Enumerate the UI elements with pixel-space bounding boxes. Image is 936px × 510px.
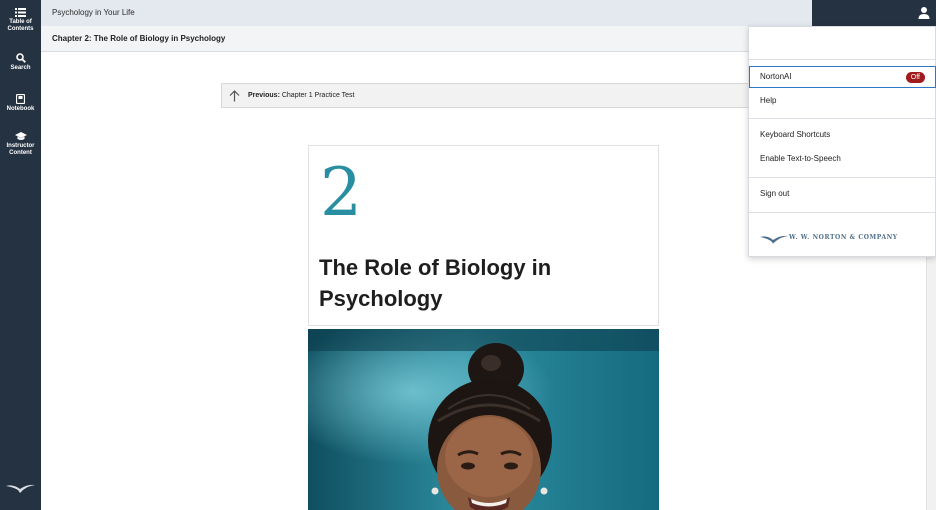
notebook-icon	[16, 94, 25, 104]
user-icon	[918, 7, 930, 19]
menu-item-label: NortonAI	[760, 72, 792, 81]
chapter-opener-photo	[308, 329, 659, 510]
previous-title: Chapter 1 Practice Test	[281, 92, 355, 99]
publisher-logo: W. W. NORTON & COMPANY	[760, 231, 900, 245]
sidebar-item-search[interactable]: Search	[0, 53, 41, 72]
menu-item-sign-out[interactable]: Sign out	[749, 183, 935, 205]
arrow-up-icon	[229, 90, 240, 102]
menu-divider	[749, 212, 935, 213]
search-icon	[15, 53, 26, 63]
chapter-heading: The Role of Biology in Psychology	[319, 255, 552, 311]
account-area	[812, 0, 936, 26]
sidebar-item-label: Search	[10, 65, 31, 71]
menu-divider	[749, 177, 935, 178]
left-sidebar: Table of Contents Search Notebook Instru…	[0, 0, 41, 510]
menu-item-keyboard-shortcuts[interactable]: Keyboard Shortcuts	[749, 124, 935, 146]
menu-item-label: Sign out	[760, 189, 790, 198]
menu-item-help[interactable]: Help	[749, 90, 935, 112]
chapter-title: Chapter 2: The Role of Biology in Psycho…	[52, 34, 226, 43]
chapter-opener: 2 The Role of Biology in Psychology	[308, 145, 659, 326]
list-icon	[15, 8, 26, 17]
menu-item-enable-text-to-speech[interactable]: Enable Text-to-Speech	[749, 148, 935, 170]
book-title: Psychology in Your Life	[52, 8, 135, 17]
norton-seagull-icon	[760, 235, 788, 244]
menu-divider	[749, 118, 935, 119]
top-header: Psychology in Your Life	[41, 0, 812, 26]
sidebar-item-table-of-contents[interactable]: Table of Contents	[0, 8, 41, 33]
sidebar-item-instructor-content[interactable]: Instructor Content	[0, 132, 41, 157]
previous-label: Previous:	[248, 92, 280, 99]
menu-item-label: Help	[760, 96, 777, 105]
nortonai-status-badge: Off	[905, 72, 925, 83]
previous-link-text: Previous: Chapter 1 Practice Test	[248, 92, 355, 99]
menu-item-label: Keyboard Shortcuts	[760, 130, 831, 139]
graduation-cap-icon	[14, 132, 27, 140]
sidebar-item-label: Notebook	[6, 106, 35, 112]
athlete-photo	[308, 329, 659, 510]
app-window: Table of Contents Search Notebook Instru…	[0, 0, 936, 510]
menu-divider	[749, 59, 935, 60]
norton-seagull-logo	[6, 484, 35, 493]
previous-link[interactable]: Previous: Chapter 1 Practice Test	[221, 83, 766, 108]
menu-item-nortonai[interactable]: NortonAI Off	[749, 66, 936, 88]
user-menu-button[interactable]	[916, 5, 932, 21]
sidebar-item-notebook[interactable]: Notebook	[0, 94, 41, 113]
sidebar-item-label: Instructor Content	[6, 143, 35, 156]
account-dropdown-menu: NortonAI Off Help Keyboard Shortcuts Ena…	[748, 26, 936, 257]
menu-item-label: Enable Text-to-Speech	[760, 154, 841, 163]
chapter-number: 2	[320, 154, 362, 231]
sidebar-item-label: Table of Contents	[7, 19, 34, 32]
publisher-name: W. W. NORTON & COMPANY	[789, 234, 898, 241]
